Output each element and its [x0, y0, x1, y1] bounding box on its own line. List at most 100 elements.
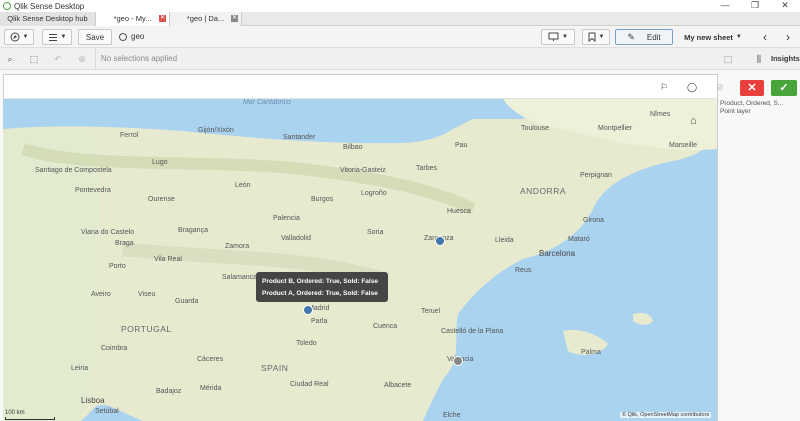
city-label: Santiago de Compostela: [35, 167, 112, 174]
tab-geo-data[interactable]: *geo | Da... ✕: [170, 12, 242, 26]
city-label: Barcelona: [539, 249, 576, 258]
smart-search-icon[interactable]: ⌕: [4, 53, 16, 65]
city-label: Palencia: [273, 215, 300, 222]
city-label: Elche: [443, 412, 461, 419]
tab-bar: Qlik Sense Desktop hub *geo - My... ✕ *g…: [0, 12, 800, 26]
present-button[interactable]: ▼: [541, 29, 575, 45]
city-label: Vila Real: [154, 256, 182, 263]
city-label: Gijón/Xixón: [198, 127, 234, 134]
city-label: Zamora: [225, 243, 250, 250]
insights-label[interactable]: Insights: [771, 54, 800, 63]
scale-line: [5, 417, 55, 420]
cancel-selection-button[interactable]: ✕: [740, 80, 764, 96]
city-label: Valladolid: [281, 235, 311, 242]
city-label: Ourense: [148, 196, 175, 203]
app-title: geo: [119, 32, 144, 41]
city-label: Albacete: [384, 382, 412, 389]
city-label: Vitoria-Gasteiz: [340, 167, 386, 174]
tab-label: *geo | Da...: [186, 14, 225, 23]
edit-label: Edit: [646, 32, 661, 42]
map-attribution[interactable]: © Qlik, OpenStreetMap contributors: [620, 412, 712, 418]
window-titlebar: Qlik Sense Desktop — ❐ ✕: [0, 0, 800, 12]
city-label: Viana do Castelo: [81, 229, 135, 236]
city-label: Guarda: [175, 298, 199, 305]
city-label: León: [235, 182, 251, 189]
lasso-select-icon[interactable]: ⬚: [722, 53, 734, 65]
city-label: Lisboa: [81, 396, 105, 405]
city-label: Mataró: [568, 236, 590, 243]
city-label: Lugo: [152, 159, 168, 166]
tab-close-icon[interactable]: ✕: [231, 15, 238, 22]
country-label-portugal: PORTUGAL: [121, 324, 172, 334]
step-back-icon[interactable]: ↶: [52, 53, 64, 65]
previous-sheet-button[interactable]: ‹: [755, 29, 775, 45]
edit-button[interactable]: ✎ Edit: [615, 29, 673, 45]
next-sheet-button[interactable]: ›: [778, 29, 798, 45]
map-tooltip: Product B, Ordered: True, Sold: False Pr…: [256, 272, 388, 302]
city-label: Perpignan: [580, 172, 612, 179]
clear-selection-icon[interactable]: ⊘: [714, 81, 726, 93]
city-label: Coimbra: [101, 345, 128, 352]
city-label: Nîmes: [650, 111, 671, 118]
navigation-menu-button[interactable]: ▼: [4, 29, 34, 45]
map-point[interactable]: [453, 356, 463, 366]
chevron-down-icon: ▼: [598, 34, 605, 40]
sea-label: Mar Cantábrico: [243, 99, 291, 106]
pencil-icon: ✎: [627, 31, 635, 42]
city-label: Marseille: [669, 142, 698, 149]
city-label: Toledo: [296, 340, 317, 347]
city-label: Aveiro: [91, 291, 111, 298]
circle-select-icon[interactable]: ◯: [686, 81, 698, 93]
city-label: Tarbes: [416, 165, 438, 172]
tooltip-line: Product B, Ordered: True, Sold: False: [262, 278, 378, 285]
city-label: Parla: [311, 318, 328, 325]
city-label: Leiria: [71, 365, 89, 372]
city-label: Setúbal: [95, 408, 119, 415]
list-icon: [48, 34, 57, 41]
tab-close-icon[interactable]: ✕: [159, 15, 166, 22]
restore-button[interactable]: ❐: [740, 0, 770, 11]
selection-tool-icon[interactable]: ⬚: [28, 53, 40, 65]
city-label: Mérida: [200, 385, 222, 392]
bookmark-button[interactable]: ▼: [582, 29, 610, 45]
city-label: Teruel: [421, 308, 441, 315]
insights-icon[interactable]: ⫼: [753, 53, 765, 65]
tab-label: Qlik Sense Desktop hub: [7, 14, 88, 23]
city-label: Soria: [367, 229, 384, 236]
map-point[interactable]: [435, 236, 445, 246]
home-icon[interactable]: ⌂: [690, 115, 697, 127]
sheet-selector[interactable]: My new sheet ▼: [676, 29, 750, 45]
city-label: Bragança: [178, 227, 208, 234]
city-label: Porto: [109, 263, 126, 270]
no-selections-text: No selections applied: [101, 54, 178, 63]
lasso-icon[interactable]: ⚐: [658, 81, 670, 93]
app-toolbar: ▼ ▼ Save geo ▼ ▼ ✎ Edit My new sheet ▼ ‹…: [0, 26, 800, 48]
map-point[interactable]: [303, 305, 313, 315]
city-label: Cáceres: [197, 356, 224, 363]
map-legend: Product, Ordered, S... Point layer: [720, 100, 800, 116]
save-button[interactable]: Save: [78, 29, 112, 45]
city-label: Ciudad Real: [290, 381, 329, 388]
tab-geo-sheet[interactable]: *geo - My... ✕: [96, 12, 170, 26]
divider: [95, 48, 96, 70]
compass-icon: [10, 32, 20, 42]
map-canvas[interactable]: Mar Cantábrico PORTUGAL SPAIN ANDORRA Fe…: [3, 99, 717, 421]
clear-all-icon[interactable]: ⊗: [76, 53, 88, 65]
present-icon: [548, 32, 559, 41]
sheet-name: My new sheet: [684, 32, 733, 42]
app-name: geo: [131, 32, 145, 41]
confirm-selection-button[interactable]: ✓: [771, 80, 797, 96]
minimize-button[interactable]: —: [710, 0, 740, 11]
legend-layer-name: Product, Ordered, S...: [720, 100, 784, 107]
country-label-andorra: ANDORRA: [520, 186, 567, 196]
chevron-down-icon: ▼: [735, 34, 742, 40]
city-label: Castelló de la Plana: [441, 328, 504, 335]
city-label: Lleida: [495, 237, 514, 244]
chevron-down-icon: ▼: [22, 34, 29, 40]
tab-hub[interactable]: Qlik Sense Desktop hub: [0, 12, 96, 26]
city-label: Palma: [581, 349, 601, 356]
city-label: Logroño: [361, 190, 387, 197]
close-window-button[interactable]: ✕: [770, 0, 800, 11]
city-label: Burgos: [311, 196, 334, 203]
global-menu-button[interactable]: ▼: [42, 29, 72, 45]
